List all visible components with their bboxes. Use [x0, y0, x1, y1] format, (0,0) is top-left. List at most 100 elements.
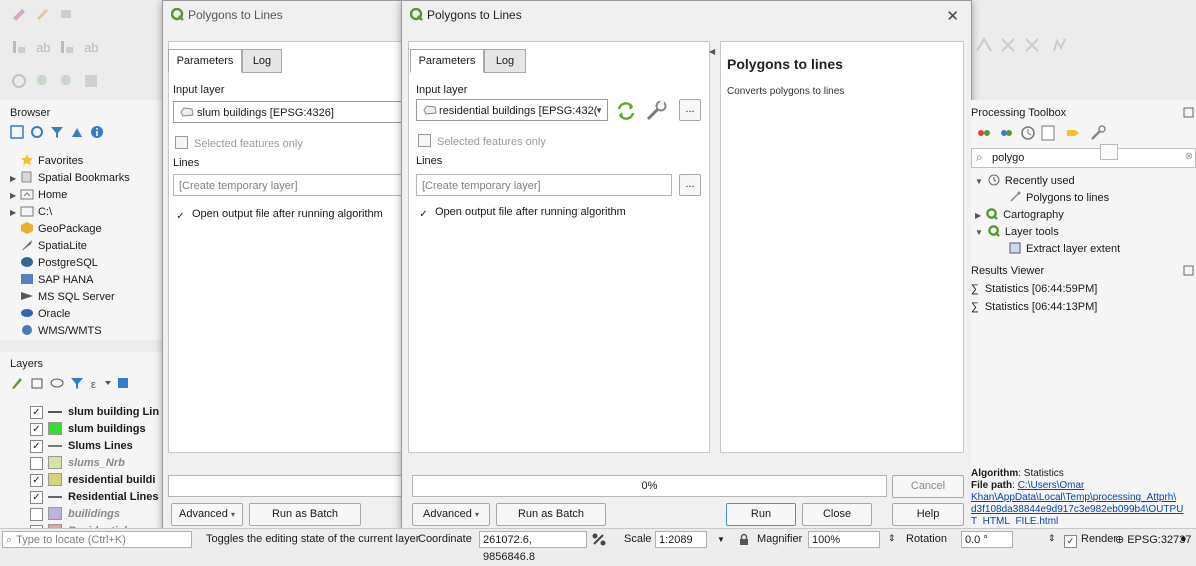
label-toolbar-icon[interactable]	[10, 38, 28, 56]
result-file-link[interactable]: Khan\AppData\Local\Temp\processing_Attpr…	[971, 492, 1176, 503]
tree-extract-layer-extent[interactable]: Extract layer extent	[1009, 242, 1120, 255]
label-rotate-icon[interactable]: ab	[82, 38, 100, 56]
layer-item[interactable]: builidings	[48, 506, 120, 523]
advanced-button[interactable]: Advanced ▾	[412, 503, 490, 526]
refresh-icon[interactable]	[30, 125, 44, 139]
results-icon[interactable]	[1039, 124, 1057, 142]
digitize-icon[interactable]	[58, 4, 76, 22]
run-batch-button[interactable]: Run as Batch Process...	[496, 503, 606, 541]
scripts-icon[interactable]	[997, 124, 1015, 142]
float-panel-icon[interactable]	[1183, 107, 1194, 118]
browser-item-sap-hana[interactable]: SAP HANA	[10, 272, 93, 289]
open-output-checkbox[interactable]: ✓ Open output file after running algorith…	[175, 208, 382, 222]
rotation-stepper-icon[interactable]: ⇕	[1048, 533, 1056, 544]
scale-dropdown-icon[interactable]: ▼	[717, 535, 725, 544]
filter-legend-icon[interactable]	[70, 376, 84, 390]
layer-item[interactable]: Residential Lines	[48, 489, 158, 506]
options-wrench-icon[interactable]	[1089, 124, 1107, 142]
selected-only-checkbox[interactable]: Selected features only	[418, 134, 546, 148]
models-icon[interactable]	[975, 124, 993, 142]
iterate-features-icon[interactable]	[616, 102, 636, 120]
result-file-link[interactable]: C:\Users\Omar	[1018, 480, 1085, 491]
result-file-link[interactable]: d3f108da38844e9d917c3e982eb099b4\OUTPU	[971, 504, 1183, 515]
vertex-tool-icon[interactable]	[975, 36, 993, 54]
clear-search-icon[interactable]: ⊗	[1185, 151, 1193, 162]
layer-item[interactable]: Slums Lines	[48, 438, 133, 455]
layer-visibility-checkbox[interactable]	[30, 457, 43, 470]
collapse-all-icon[interactable]	[70, 125, 84, 139]
layer-visibility-checkbox[interactable]: ✓	[30, 423, 43, 436]
close-icon[interactable]: ✕	[946, 7, 959, 25]
add-layer-icon[interactable]	[10, 125, 24, 139]
edit-toolbar-icon[interactable]	[10, 4, 28, 22]
browser-item-favorites[interactable]: Favorites	[10, 153, 83, 170]
tree-layer-tools[interactable]: ▼ Layer tools	[975, 225, 1059, 238]
tree-recently-used[interactable]: ▼ Recently used	[975, 174, 1075, 187]
layer-visibility-checkbox[interactable]: ✓	[30, 406, 43, 419]
split-icon[interactable]	[1051, 36, 1069, 54]
layer-item[interactable]: slum buildings	[48, 421, 146, 438]
lines-output-field[interactable]: [Create temporary layer]	[173, 174, 403, 196]
input-layer-combo[interactable]: residential buildings [EPSG:432( ▼	[416, 99, 608, 121]
history-icon[interactable]	[1019, 124, 1037, 142]
add-group-icon[interactable]	[30, 376, 44, 390]
help-button[interactable]: Help	[892, 503, 964, 526]
identify-icon[interactable]	[10, 72, 28, 90]
toolbox-search-input[interactable]: ⌕ polygo ⊗	[971, 148, 1196, 168]
layer-item[interactable]: residential buildi	[48, 472, 155, 489]
magnifier-field[interactable]: 100%	[808, 531, 880, 548]
delete-icon[interactable]	[999, 36, 1017, 54]
label-move-icon[interactable]	[58, 38, 76, 56]
locate-input[interactable]: ⌕ Type to locate (Ctrl+K)	[2, 531, 192, 548]
coordinate-field[interactable]: 261072.6, 9856846.8	[479, 531, 587, 563]
label-pin-icon[interactable]: ab	[34, 38, 52, 56]
layer-item[interactable]: slum building Lin	[48, 404, 159, 421]
tab-log[interactable]: Log	[484, 49, 526, 73]
toolbox-slider-handle[interactable]	[1100, 144, 1118, 160]
messages-icon[interactable]: ●	[1180, 533, 1187, 545]
filter-icon[interactable]	[50, 125, 64, 139]
lines-output-browse-button[interactable]: ...	[679, 174, 701, 196]
info-icon[interactable]	[90, 125, 104, 139]
cancel-button[interactable]: Cancel	[892, 475, 964, 498]
input-layer-browse-button[interactable]: ...	[679, 99, 701, 121]
cut-icon[interactable]	[1023, 36, 1041, 54]
advanced-options-wrench-icon[interactable]	[644, 99, 668, 121]
select-expr-icon[interactable]	[82, 72, 100, 90]
layer-visibility-checkbox[interactable]: ✓	[30, 440, 43, 453]
browser-item-home[interactable]: ▶ Home	[10, 187, 67, 204]
coordinate-toggle-icon[interactable]	[591, 532, 607, 547]
select-icon[interactable]	[58, 72, 76, 90]
result-item[interactable]: ∑ Statistics [06:44:13PM]	[971, 301, 1097, 313]
close-button[interactable]: Close	[802, 503, 872, 526]
render-checkbox[interactable]: ✓ Render	[1064, 533, 1117, 548]
scale-field[interactable]: 1:2089	[655, 531, 707, 548]
browser-item-spatialite[interactable]: SpatiaLite	[10, 238, 87, 255]
tree-cartography[interactable]: ▶ Cartography	[975, 208, 1064, 221]
lines-output-field[interactable]: [Create temporary layer]	[416, 174, 672, 196]
browser-item-spatial-bookmarks[interactable]: ▶ Spatial Bookmarks	[10, 170, 130, 187]
lock-icon[interactable]	[738, 533, 750, 546]
layer-visibility-checkbox[interactable]	[30, 508, 43, 521]
tab-parameters[interactable]: Parameters	[168, 49, 242, 73]
layer-visibility-checkbox[interactable]: ✓	[30, 474, 43, 487]
advanced-button[interactable]: Advanced ▾	[171, 503, 243, 526]
browser-item-geopackage[interactable]: GeoPackage	[10, 221, 102, 238]
pencil-icon[interactable]	[34, 4, 52, 22]
style-icon[interactable]	[10, 376, 24, 390]
layer-visibility-checkbox[interactable]: ✓	[30, 491, 43, 504]
manage-map-themes-icon[interactable]	[50, 376, 64, 390]
browser-item-mssql[interactable]: MS SQL Server	[10, 289, 115, 306]
browser-item-oracle[interactable]: Oracle	[10, 306, 70, 323]
run-button[interactable]: Run	[726, 503, 796, 526]
query-icon[interactable]	[34, 72, 52, 90]
layer-item[interactable]: slums_Nrb	[48, 455, 125, 472]
remove-layer-icon[interactable]	[116, 376, 130, 390]
selected-only-checkbox[interactable]: Selected features only	[175, 136, 303, 150]
browser-item-wms[interactable]: WMS/WMTS	[10, 323, 102, 340]
tree-polygons-to-lines[interactable]: Polygons to lines	[1009, 191, 1109, 204]
browser-item-c-drive[interactable]: ▶ C:\	[10, 204, 52, 221]
tab-log[interactable]: Log	[242, 49, 282, 73]
result-item[interactable]: ∑ Statistics [06:44:59PM]	[971, 283, 1097, 295]
open-output-checkbox[interactable]: ✓ Open output file after running algorith…	[418, 206, 625, 220]
